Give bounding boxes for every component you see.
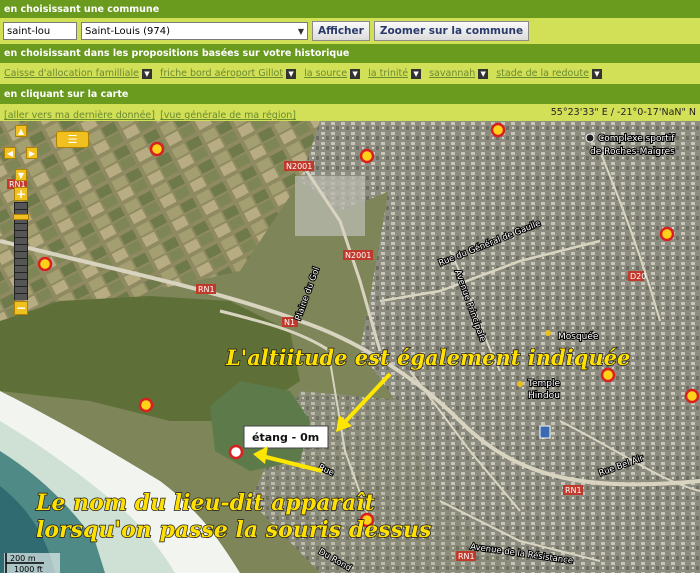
- scale-bar: 200 m 1000 ft: [4, 553, 60, 573]
- history-item: stade de la redoute ▼: [496, 68, 602, 79]
- zoom-out-icon[interactable]: −: [14, 301, 28, 315]
- scale-feet: 1000 ft: [14, 565, 43, 573]
- commune-search-row: Saint-Louis (974) ▼ Afficher Zoomer sur …: [0, 18, 700, 44]
- hover-tooltip: étang - 0m: [243, 425, 329, 449]
- svg-text:RN1: RN1: [458, 552, 475, 561]
- route-label-rn1-b: RN1: [196, 284, 216, 294]
- poi-complexe-sportif: Complexe sportif: [598, 134, 675, 144]
- temple-icon: [517, 381, 523, 387]
- tooltip-text: étang - 0m: [252, 431, 319, 444]
- poi-dot-icon: [585, 133, 595, 143]
- place-marker[interactable]: [659, 226, 675, 242]
- zoom-slider[interactable]: [13, 202, 29, 300]
- poi-hindou: Hindou: [528, 391, 560, 401]
- place-marker[interactable]: [600, 367, 616, 383]
- section-title-history: en choisissant dans les propositions bas…: [0, 44, 700, 63]
- bus-stop-icon: [539, 425, 551, 439]
- chevron-down-icon: ▼: [297, 26, 304, 36]
- route-label-rn1-d: RN1: [456, 551, 476, 561]
- show-button[interactable]: Afficher: [312, 21, 370, 41]
- zoom-in-icon[interactable]: +: [14, 187, 28, 201]
- history-link[interactable]: friche bord aéroport Gillot: [160, 68, 283, 79]
- zoom-control: + −: [13, 187, 29, 317]
- poi-mosquee: Mosquée: [558, 331, 599, 342]
- history-item: la source ▼: [304, 68, 361, 79]
- dropdown-icon[interactable]: ▼: [411, 68, 422, 79]
- svg-text:RN1: RN1: [198, 285, 215, 294]
- pan-up-icon[interactable]: ▲: [15, 125, 27, 137]
- dropdown-icon[interactable]: ▼: [286, 68, 297, 79]
- dropdown-icon[interactable]: ▼: [591, 68, 602, 79]
- history-link[interactable]: la source: [304, 68, 347, 79]
- route-label-rn1-c: RN1: [563, 485, 583, 495]
- commune-search-input[interactable]: [3, 22, 77, 40]
- dropdown-icon[interactable]: ▼: [141, 68, 152, 79]
- poi-roches-maigres: de Roches-Maigres: [590, 147, 675, 157]
- place-marker[interactable]: [37, 256, 53, 272]
- section-title-commune: en choisissant une commune: [0, 0, 700, 18]
- pan-control: ▲ ◀ ▶ ▼: [4, 125, 38, 181]
- svg-text:D20: D20: [630, 272, 646, 281]
- pan-right-icon[interactable]: ▶: [26, 147, 38, 159]
- history-link[interactable]: Caisse d'allocation familliale: [4, 68, 139, 79]
- route-label-n2001b: N2001: [343, 250, 373, 260]
- svg-text:RN1: RN1: [565, 486, 582, 495]
- poi-temple: Temple: [527, 379, 560, 389]
- layers-icon[interactable]: ☰: [56, 131, 89, 148]
- route-label-n2001: N2001: [284, 161, 314, 171]
- satellite-map: N2001 N2001 RN1 RN1 N1 RN1 RN1 D20 Plain…: [0, 121, 700, 573]
- commune-select-value: Saint-Louis (974): [85, 25, 171, 37]
- zoom-slider-handle[interactable]: [13, 214, 29, 220]
- section-title-map-click: en cliquant sur la carte: [0, 84, 700, 104]
- scale-meters: 200 m: [10, 554, 36, 563]
- last-data-link[interactable]: [aller vers ma dernière donnée]: [4, 110, 155, 121]
- svg-text:N2001: N2001: [345, 251, 371, 260]
- history-link[interactable]: savannah: [429, 68, 475, 79]
- zoom-commune-button[interactable]: Zoomer sur la commune: [373, 21, 530, 41]
- coordinates-readout: 55°23'33" E / -21°0-17'NaN" N: [550, 107, 696, 118]
- mosque-icon: [545, 330, 551, 336]
- history-item: la trinité ▼: [368, 68, 422, 79]
- history-link[interactable]: la trinité: [368, 68, 408, 79]
- annotation-lieu-dit-2: lorsqu'on passe la souris dessus: [36, 517, 431, 543]
- place-marker-hovered[interactable]: [228, 444, 244, 460]
- place-marker[interactable]: [149, 141, 165, 157]
- place-marker[interactable]: [359, 148, 375, 164]
- history-item: Caisse d'allocation familliale ▼: [4, 68, 152, 79]
- history-item: friche bord aéroport Gillot ▼: [160, 68, 297, 79]
- route-label-d20: D20: [628, 271, 646, 281]
- history-link[interactable]: stade de la redoute: [496, 68, 589, 79]
- pan-down-icon[interactable]: ▼: [15, 169, 27, 181]
- place-marker[interactable]: [138, 397, 154, 413]
- pan-left-icon[interactable]: ◀: [4, 147, 16, 159]
- map-links-row: [aller vers ma dernière donnée] [vue gén…: [0, 104, 700, 121]
- annotation-lieu-dit-1: Le nom du lieu-dit apparaît: [35, 490, 375, 516]
- commune-select[interactable]: Saint-Louis (974) ▼: [81, 22, 308, 40]
- dropdown-icon[interactable]: ▼: [478, 68, 489, 79]
- history-row: Caisse d'allocation familliale ▼ friche b…: [0, 63, 700, 84]
- place-marker[interactable]: [490, 122, 506, 138]
- svg-text:N2001: N2001: [286, 162, 312, 171]
- region-view-link[interactable]: [vue générale de ma région]: [160, 110, 296, 121]
- history-item: savannah ▼: [429, 68, 489, 79]
- place-marker[interactable]: [684, 388, 700, 404]
- map-view[interactable]: N2001 N2001 RN1 RN1 N1 RN1 RN1 D20 Plain…: [0, 121, 700, 573]
- annotation-altitude: L'altiitude est également indiquée: [225, 345, 630, 370]
- dropdown-icon[interactable]: ▼: [350, 68, 361, 79]
